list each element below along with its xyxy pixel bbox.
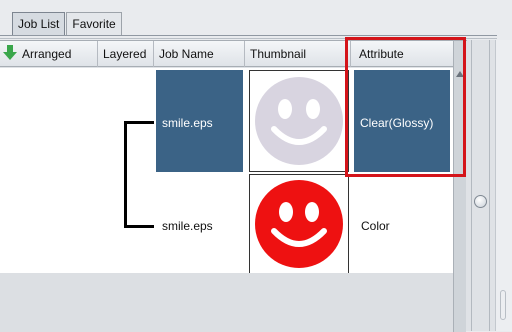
tab-bar: Job List Favorite [12,12,123,36]
tab-divider [0,35,497,36]
column-job-name[interactable]: Job Name [154,41,245,67]
column-layered-label: Layered [103,47,147,61]
tab-favorite[interactable]: Favorite [66,12,122,36]
table-empty-area [0,273,453,332]
attribute-column-highlight [345,37,466,177]
sort-down-arrow-icon [3,45,17,61]
panel-splitter[interactable] [467,40,495,331]
column-job-name-label: Job Name [159,47,214,61]
column-arranged[interactable]: Arranged [0,41,98,67]
smile-icon [255,180,343,268]
table-row-1-job-name: smile.eps [162,116,213,130]
right-panel-edge [495,40,512,331]
table-row-2-thumbnail[interactable] [249,174,349,274]
layer-tree-branch-2 [124,225,154,228]
column-arranged-label: Arranged [22,47,72,61]
column-layered[interactable]: Layered [98,41,154,67]
layer-tree-branch-1 [124,121,154,124]
splitter-knob-icon[interactable] [474,195,487,208]
table-row-2-job-name[interactable]: smile.eps [162,219,213,233]
column-thumbnail-label: Thumbnail [250,47,307,61]
tab-job-list[interactable]: Job List [12,12,66,36]
column-thumbnail[interactable]: Thumbnail [245,41,351,67]
table-row-2-attribute[interactable]: Color [361,219,390,233]
table-row-1-job-name-cell[interactable]: smile.eps [156,70,243,172]
table-row-1-thumbnail[interactable] [249,70,349,172]
layer-tree-connector [124,121,127,227]
smile-icon [255,77,343,165]
resize-grip-icon[interactable] [500,290,506,320]
